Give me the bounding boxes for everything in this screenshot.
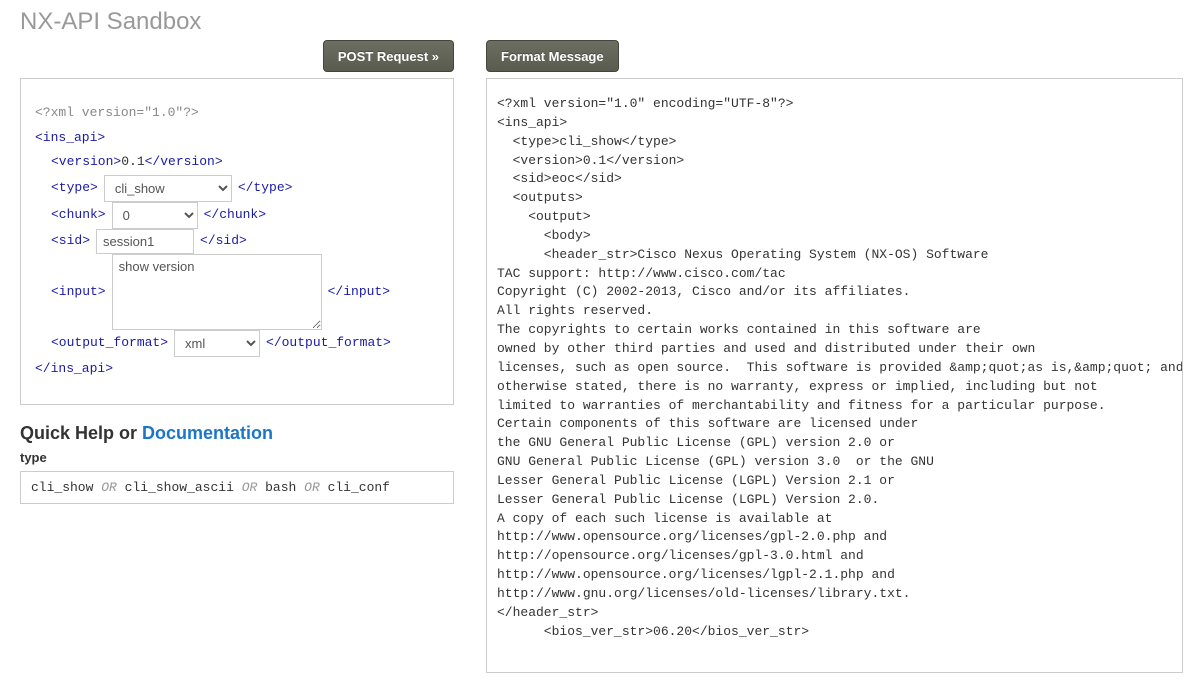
help-or-2: OR [304,480,320,495]
help-opt-1: cli_show_ascii [125,480,234,495]
documentation-link[interactable]: Documentation [142,423,273,443]
input-open: <input> [51,280,106,305]
help-type-label: type [20,450,454,465]
quick-help-prefix: Quick Help or [20,423,142,443]
response-panel[interactable]: <?xml version="1.0" encoding="UTF-8"?> <… [486,78,1183,673]
version-open: <version> [51,154,121,169]
chunk-close: </chunk> [204,203,266,228]
chunk-open: <chunk> [51,203,106,228]
sid-open: <sid> [51,229,90,254]
ins-api-close: </ins_api> [35,357,439,382]
quick-help-heading: Quick Help or Documentation [20,423,454,444]
help-or-1: OR [242,480,258,495]
input-textarea[interactable] [112,254,322,330]
output-format-close: </output_format> [266,331,391,356]
page-title: NX-API Sandbox [20,8,1183,36]
output-format-select[interactable]: xml [174,330,260,357]
chunk-select[interactable]: 0 [112,202,198,229]
post-request-button[interactable]: POST Request » [323,40,454,72]
input-close: </input> [328,280,390,305]
help-type-options: cli_show OR cli_show_ascii OR bash OR cl… [20,471,454,504]
ins-api-open: <ins_api> [35,126,439,151]
help-or-0: OR [101,480,117,495]
type-open: <type> [51,176,98,201]
sid-input[interactable] [96,229,194,254]
help-opt-2: bash [265,480,296,495]
xml-declaration: <?xml version="1.0"?> [35,101,439,126]
help-opt-3: cli_conf [328,480,390,495]
type-select[interactable]: cli_show [104,175,232,202]
output-format-open: <output_format> [51,331,168,356]
format-message-button[interactable]: Format Message [486,40,619,72]
request-panel: <?xml version="1.0"?> <ins_api> <version… [20,78,454,405]
sid-close: </sid> [200,229,247,254]
version-value: 0.1 [121,154,144,169]
help-opt-0: cli_show [31,480,93,495]
version-close: </version> [145,154,223,169]
type-close: </type> [238,176,293,201]
